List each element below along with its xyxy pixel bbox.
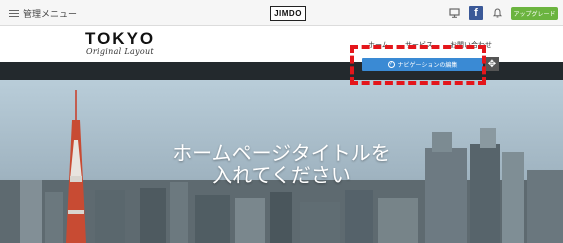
highlight-annotation (350, 45, 486, 85)
hero-title-line-1[interactable]: ホームページタイトルを (0, 142, 563, 164)
hamburger-icon (9, 9, 19, 17)
move-handle-icon[interactable]: ✥ (485, 57, 499, 71)
site-logo-subtitle: Original Layout (86, 47, 154, 56)
admin-menu-button[interactable]: 管理メニュー (9, 0, 77, 26)
admin-toolbar: 管理メニュー JIMDO f アップグレード (0, 0, 563, 26)
site-logo-title[interactable]: TOKYO (85, 30, 155, 47)
hero-title-line-2[interactable]: 入れてください (0, 164, 563, 186)
jimdo-logo-button[interactable]: JIMDO (270, 6, 306, 21)
hero-image: ホームページタイトルを 入れてください (0, 80, 563, 243)
admin-menu-label: 管理メニュー (23, 9, 78, 20)
monitor-icon[interactable] (447, 6, 461, 20)
facebook-icon[interactable]: f (469, 6, 483, 20)
upgrade-button[interactable]: アップグレード (511, 7, 558, 20)
bell-icon[interactable] (490, 6, 504, 20)
